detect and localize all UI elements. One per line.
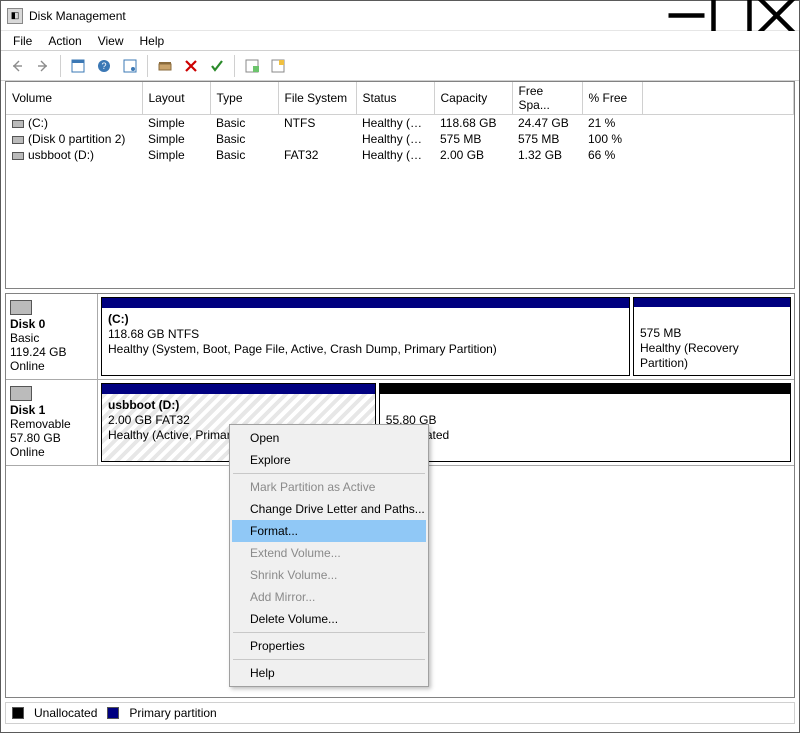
disk-icon bbox=[10, 386, 32, 401]
table-row[interactable]: usbboot (D:)SimpleBasicFAT32Healthy (A..… bbox=[6, 147, 794, 163]
legend-label-primary: Primary partition bbox=[129, 706, 216, 720]
ctx-extend: Extend Volume... bbox=[232, 542, 426, 564]
layout-icon-button[interactable] bbox=[240, 54, 264, 78]
menu-file[interactable]: File bbox=[5, 32, 40, 50]
col-pctfree[interactable]: % Free bbox=[582, 82, 642, 115]
col-status[interactable]: Status bbox=[356, 82, 434, 115]
table-header-row: Volume Layout Type File System Status Ca… bbox=[6, 82, 794, 115]
legend: Unallocated Primary partition bbox=[5, 702, 795, 724]
toolbar-separator bbox=[60, 55, 61, 77]
partition-c[interactable]: (C:) 118.68 GB NTFS Healthy (System, Boo… bbox=[101, 297, 630, 376]
refresh-button[interactable] bbox=[66, 54, 90, 78]
maximize-button[interactable] bbox=[709, 1, 754, 30]
settings-button[interactable] bbox=[118, 54, 142, 78]
forward-button[interactable] bbox=[31, 54, 55, 78]
disk-1-label[interactable]: Disk 1 Removable 57.80 GB Online bbox=[6, 380, 98, 465]
ctx-open[interactable]: Open bbox=[232, 427, 426, 449]
ctx-format[interactable]: Format... bbox=[232, 520, 426, 542]
col-type[interactable]: Type bbox=[210, 82, 278, 115]
disk-0-label[interactable]: Disk 0 Basic 119.24 GB Online bbox=[6, 294, 98, 379]
stripe-unallocated bbox=[380, 384, 790, 394]
ctx-help[interactable]: Help bbox=[232, 662, 426, 684]
minimize-button[interactable] bbox=[664, 1, 709, 30]
ctx-change-letter[interactable]: Change Drive Letter and Paths... bbox=[232, 498, 426, 520]
menu-help[interactable]: Help bbox=[132, 32, 173, 50]
disk-kind: Basic bbox=[10, 331, 93, 345]
disk-row-0: Disk 0 Basic 119.24 GB Online (C:) 118.6… bbox=[6, 294, 794, 380]
col-spacer bbox=[642, 82, 794, 115]
menu-action[interactable]: Action bbox=[40, 32, 89, 50]
part-line3: Healthy (System, Boot, Page File, Active… bbox=[108, 342, 497, 356]
part-line2: 575 MB bbox=[640, 326, 681, 340]
rescan-button[interactable] bbox=[153, 54, 177, 78]
volume-table: Volume Layout Type File System Status Ca… bbox=[6, 82, 794, 163]
ctx-shrink: Shrink Volume... bbox=[232, 564, 426, 586]
disk-1-partitions: usbboot (D:) 2.00 GB FAT32 Healthy (Acti… bbox=[98, 380, 794, 465]
part-line2: 118.68 GB NTFS bbox=[108, 327, 199, 341]
volume-list[interactable]: Volume Layout Type File System Status Ca… bbox=[5, 81, 795, 289]
ctx-mirror: Add Mirror... bbox=[232, 586, 426, 608]
part-title: (C:) bbox=[108, 312, 129, 326]
toolbar: ? bbox=[1, 51, 799, 81]
help-toolbar-button[interactable]: ? bbox=[92, 54, 116, 78]
close-button[interactable] bbox=[754, 1, 799, 30]
disk-state: Online bbox=[10, 359, 93, 373]
apply-button[interactable] bbox=[205, 54, 229, 78]
col-filesystem[interactable]: File System bbox=[278, 82, 356, 115]
disk-icon bbox=[10, 300, 32, 315]
context-menu: Open Explore Mark Partition as Active Ch… bbox=[229, 424, 429, 687]
delete-button[interactable] bbox=[179, 54, 203, 78]
disk-size: 57.80 GB bbox=[10, 431, 93, 445]
legend-swatch-unallocated bbox=[12, 707, 24, 719]
partition-unallocated[interactable]: 55.80 GB Unallocated bbox=[379, 383, 791, 462]
part-line3: Healthy (Recovery Partition) bbox=[640, 341, 739, 370]
ctx-explore[interactable]: Explore bbox=[232, 449, 426, 471]
part-line2: 2.00 GB FAT32 bbox=[108, 413, 190, 427]
back-button[interactable] bbox=[5, 54, 29, 78]
table-row[interactable]: (Disk 0 partition 2)SimpleBasicHealthy (… bbox=[6, 131, 794, 147]
stripe-primary bbox=[102, 298, 629, 308]
statusbar-spacer bbox=[1, 728, 799, 732]
legend-swatch-primary bbox=[107, 707, 119, 719]
disk-name: Disk 1 bbox=[10, 403, 93, 417]
toolbar-separator bbox=[234, 55, 235, 77]
layout-detail-button[interactable] bbox=[266, 54, 290, 78]
volume-icon bbox=[12, 136, 24, 144]
ctx-mark-active: Mark Partition as Active bbox=[232, 476, 426, 498]
legend-label-unallocated: Unallocated bbox=[34, 706, 97, 720]
window-title: Disk Management bbox=[29, 9, 664, 23]
disk-name: Disk 0 bbox=[10, 317, 93, 331]
table-row[interactable]: (C:)SimpleBasicNTFSHealthy (S...118.68 G… bbox=[6, 115, 794, 132]
svg-text:?: ? bbox=[101, 61, 106, 71]
menu-view[interactable]: View bbox=[90, 32, 132, 50]
ctx-properties[interactable]: Properties bbox=[232, 635, 426, 657]
app-icon: ◧ bbox=[7, 8, 23, 24]
stripe-primary bbox=[634, 298, 790, 307]
col-free[interactable]: Free Spa... bbox=[512, 82, 582, 115]
disk-management-window: ◧ Disk Management File Action View Help … bbox=[0, 0, 800, 733]
col-capacity[interactable]: Capacity bbox=[434, 82, 512, 115]
disk-kind: Removable bbox=[10, 417, 93, 431]
toolbar-separator bbox=[147, 55, 148, 77]
title-bar: ◧ Disk Management bbox=[1, 1, 799, 31]
part-title: usbboot (D:) bbox=[108, 398, 179, 412]
disk-state: Online bbox=[10, 445, 93, 459]
menu-bar: File Action View Help bbox=[1, 31, 799, 51]
volume-icon bbox=[12, 120, 24, 128]
stripe-primary bbox=[102, 384, 375, 394]
disk-size: 119.24 GB bbox=[10, 345, 93, 359]
col-layout[interactable]: Layout bbox=[142, 82, 210, 115]
partition-recovery[interactable]: 575 MB Healthy (Recovery Partition) bbox=[633, 297, 791, 376]
ctx-separator bbox=[233, 632, 425, 633]
window-controls bbox=[664, 1, 799, 30]
disk-0-partitions: (C:) 118.68 GB NTFS Healthy (System, Boo… bbox=[98, 294, 794, 379]
ctx-delete[interactable]: Delete Volume... bbox=[232, 608, 426, 630]
col-volume[interactable]: Volume bbox=[6, 82, 142, 115]
ctx-separator bbox=[233, 659, 425, 660]
volume-icon bbox=[12, 152, 24, 160]
graphical-view: Disk 0 Basic 119.24 GB Online (C:) 118.6… bbox=[5, 293, 795, 698]
ctx-separator bbox=[233, 473, 425, 474]
